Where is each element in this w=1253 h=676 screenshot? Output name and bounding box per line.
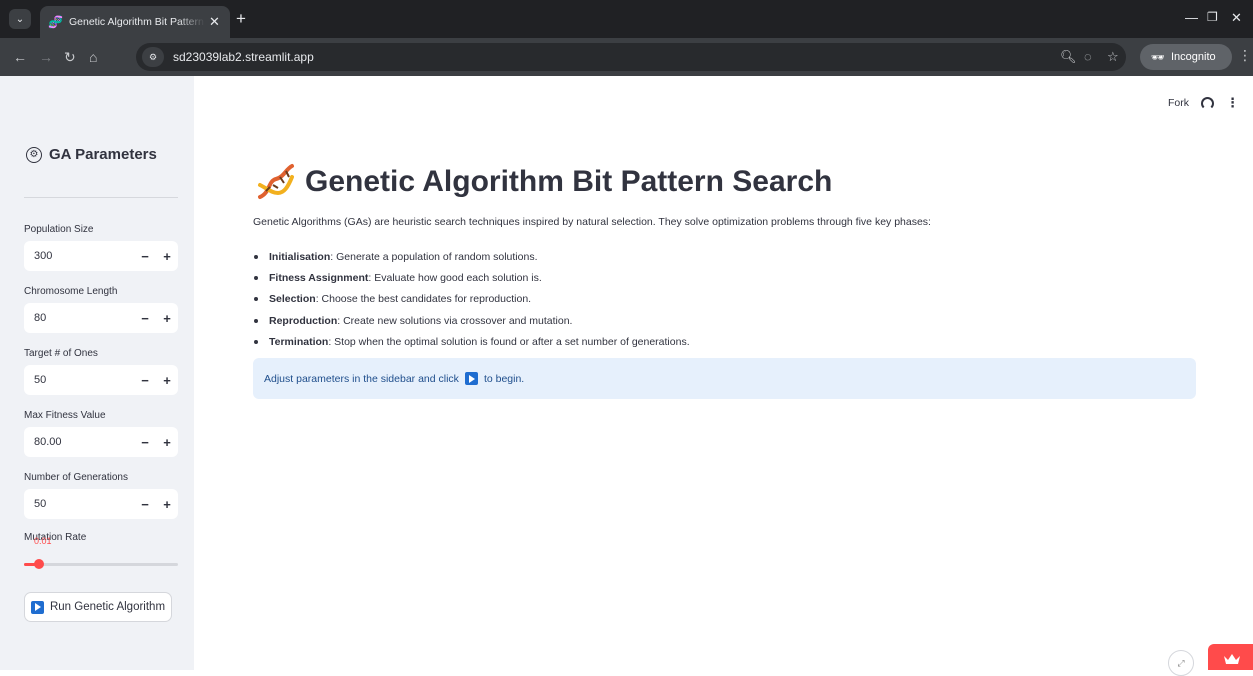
list-item: Initialisation : Generate a population o… xyxy=(254,246,690,267)
close-window-icon[interactable]: ✕ xyxy=(1231,10,1242,26)
generations-increment-button[interactable]: + xyxy=(156,497,178,512)
site-info-icon[interactable]: ⚙ xyxy=(142,47,164,67)
generations-input[interactable]: 50 − + xyxy=(24,489,178,519)
sidebar-title: GA Parameters xyxy=(49,146,157,163)
population-size-label: Population Size xyxy=(24,224,94,235)
home-icon[interactable]: ⌂ xyxy=(89,48,97,66)
phase-name: Initialisation xyxy=(269,250,331,263)
population-size-value[interactable]: 300 xyxy=(24,250,134,262)
population-size-decrement-button[interactable]: − xyxy=(134,249,156,264)
app-header-actions: Fork ⋮ xyxy=(1168,95,1239,111)
dna-favicon-icon: 🧬 xyxy=(48,15,63,29)
crown-icon xyxy=(1224,654,1240,664)
max-fitness-label: Max Fitness Value xyxy=(24,410,106,421)
url-text[interactable]: sd23039lab2.streamlit.app xyxy=(173,50,314,64)
max-fitness-value[interactable]: 80.00 xyxy=(24,436,134,448)
bullet-icon xyxy=(254,254,258,259)
max-fitness-input[interactable]: 80.00 − + xyxy=(24,427,178,457)
bookmark-star-icon[interactable]: ☆ xyxy=(1107,49,1119,65)
bullet-icon xyxy=(254,339,258,344)
forward-icon[interactable]: → xyxy=(39,48,53,66)
tab-title: Genetic Algorithm Bit Pattern S xyxy=(69,16,205,28)
bullet-icon xyxy=(254,275,258,280)
sidebar: ⚙ GA Parameters Population Size 300 − + … xyxy=(0,76,194,670)
run-button-label: Run Genetic Algorithm xyxy=(49,601,166,613)
info-alert: Adjust parameters in the sidebar and cli… xyxy=(253,358,1196,399)
play-icon xyxy=(464,372,478,385)
target-ones-increment-button[interactable]: + xyxy=(156,373,178,388)
phase-description: : Evaluate how good each solution is. xyxy=(368,271,542,284)
phase-name: Termination xyxy=(269,335,329,348)
browser-tab-bar: ⌄ 🧬 Genetic Algorithm Bit Pattern S ✕ + … xyxy=(0,0,1253,38)
population-size-input[interactable]: 300 − + xyxy=(24,241,178,271)
chromosome-length-increment-button[interactable]: + xyxy=(156,311,178,326)
zoom-icon[interactable]: 🔍︎ xyxy=(1060,49,1077,65)
gear-icon: ⚙ xyxy=(26,146,42,163)
tab-search-button[interactable]: ⌄ xyxy=(9,9,31,29)
phase-name: Selection xyxy=(269,293,316,306)
address-bar[interactable]: ⚙ sd23039lab2.streamlit.app 🔍︎ ◌ ☆ xyxy=(136,43,1126,71)
target-ones-decrement-button[interactable]: − xyxy=(134,373,156,388)
browser-toolbar: ← → ↻ ⌂ ⚙ sd23039lab2.streamlit.app 🔍︎ ◌… xyxy=(0,38,1253,76)
list-item: Termination : Stop when the optimal solu… xyxy=(254,331,690,352)
play-icon xyxy=(30,600,44,614)
new-tab-button[interactable]: + xyxy=(236,10,246,28)
phase-description: : Create new solutions via crossover and… xyxy=(337,314,573,327)
reload-icon[interactable]: ↻ xyxy=(64,48,76,66)
sidebar-header: ⚙ GA Parameters xyxy=(26,146,157,163)
page-title: Genetic Algorithm Bit Pattern Search xyxy=(305,165,833,198)
phase-description: : Choose the best candidates for reprodu… xyxy=(315,293,532,306)
list-item: Fitness Assignment : Evaluate how good e… xyxy=(254,267,690,288)
close-tab-icon[interactable]: ✕ xyxy=(209,14,220,30)
info-text-before: Adjust parameters in the sidebar and cli… xyxy=(264,372,459,385)
manage-app-icon[interactable]: ⤢ xyxy=(1168,650,1194,676)
sidebar-divider xyxy=(24,197,178,198)
streamlit-badge[interactable] xyxy=(1208,644,1253,670)
dna-icon xyxy=(258,164,294,199)
restore-icon[interactable]: ❐ xyxy=(1207,10,1218,24)
list-item: Reproduction : Create new solutions via … xyxy=(254,310,690,331)
back-icon[interactable]: ← xyxy=(13,48,27,66)
phase-description: : Stop when the optimal solution is foun… xyxy=(328,335,690,348)
generations-label: Number of Generations xyxy=(24,472,128,483)
app-menu-icon[interactable]: ⋮ xyxy=(1226,95,1239,111)
max-fitness-increment-button[interactable]: + xyxy=(156,435,178,450)
incognito-label: Incognito xyxy=(1170,51,1216,63)
generations-decrement-button[interactable]: − xyxy=(134,497,156,512)
max-fitness-decrement-button[interactable]: − xyxy=(134,435,156,450)
phase-name: Reproduction xyxy=(269,314,338,327)
bullet-icon xyxy=(254,297,258,302)
intro-paragraph: Genetic Algorithms (GAs) are heuristic s… xyxy=(253,216,931,228)
chromosome-length-label: Chromosome Length xyxy=(24,286,118,297)
incognito-icon: 🕶︎ xyxy=(1151,51,1165,64)
chromosome-length-decrement-button[interactable]: − xyxy=(134,311,156,326)
run-genetic-algorithm-button[interactable]: Run Genetic Algorithm xyxy=(24,592,172,622)
phase-name: Fitness Assignment xyxy=(269,271,369,284)
incognito-badge[interactable]: 🕶︎ Incognito xyxy=(1140,44,1232,70)
browser-tab[interactable]: 🧬 Genetic Algorithm Bit Pattern S ✕ xyxy=(40,6,230,38)
target-ones-label: Target # of Ones xyxy=(24,348,98,359)
target-ones-value[interactable]: 50 xyxy=(24,374,134,386)
bullet-icon xyxy=(254,318,258,323)
info-text-after: to begin. xyxy=(483,372,525,385)
mutation-rate-slider[interactable] xyxy=(24,559,178,569)
generations-value[interactable]: 50 xyxy=(24,498,134,510)
eye-off-icon[interactable]: ◌ xyxy=(1084,49,1092,64)
list-item: Selection : Choose the best candidates f… xyxy=(254,289,690,310)
minimize-icon[interactable]: — xyxy=(1185,10,1198,25)
mutation-rate-value: 0.01 xyxy=(34,536,52,546)
population-size-increment-button[interactable]: + xyxy=(156,249,178,264)
chromosome-length-value[interactable]: 80 xyxy=(24,312,134,324)
fork-link[interactable]: Fork xyxy=(1168,97,1189,109)
phase-description: : Generate a population of random soluti… xyxy=(330,250,538,263)
chromosome-length-input[interactable]: 80 − + xyxy=(24,303,178,333)
phase-list: Initialisation : Generate a population o… xyxy=(254,246,690,352)
github-icon[interactable] xyxy=(1201,96,1214,110)
target-ones-input[interactable]: 50 − + xyxy=(24,365,178,395)
mutation-rate-slider-handle[interactable] xyxy=(34,559,45,569)
browser-menu-icon[interactable]: ⋮ xyxy=(1238,47,1252,64)
